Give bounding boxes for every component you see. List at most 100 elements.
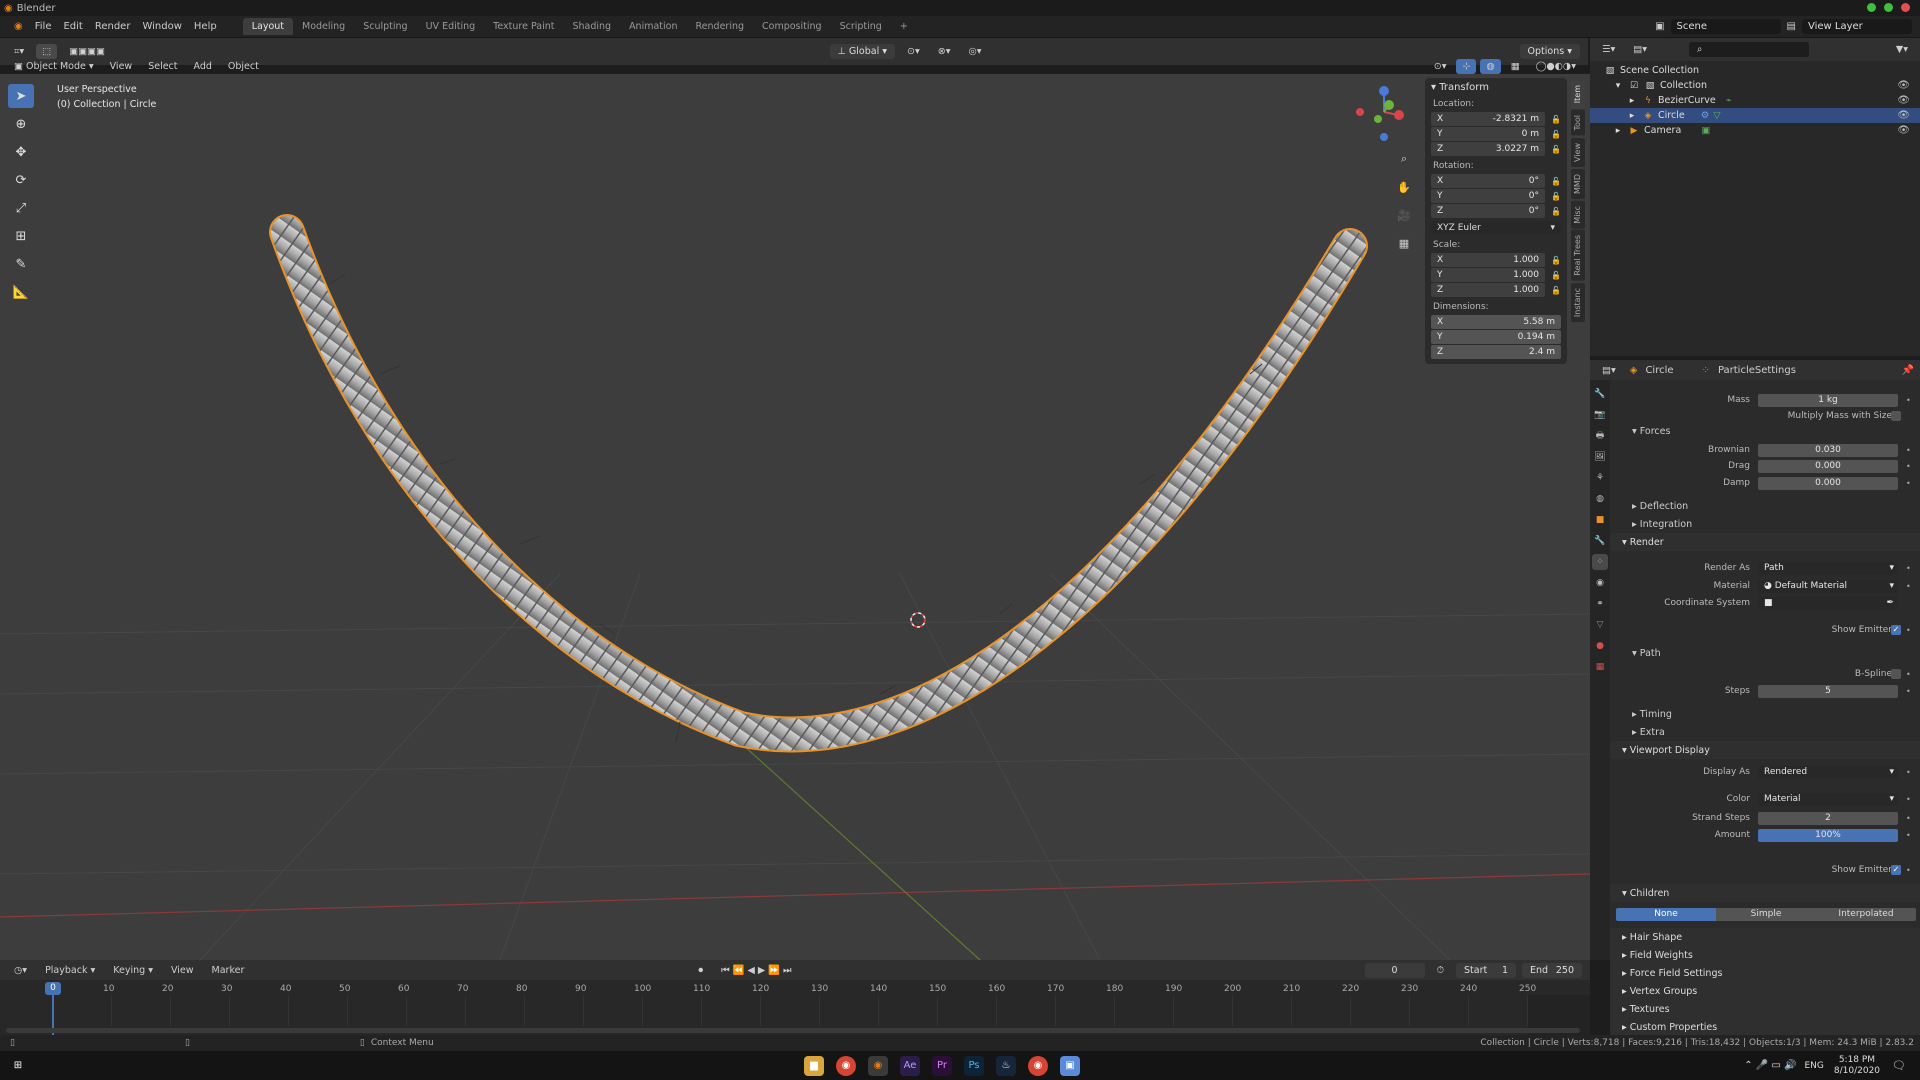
eyedropper-icon[interactable]: ✒ [1886,597,1894,610]
show-emitter-2-checkbox[interactable]: ✓ [1891,865,1901,875]
physics-properties-icon[interactable]: ◉ [1592,575,1608,591]
bspline-checkbox[interactable] [1891,669,1901,679]
visibility-eye-icon[interactable]: 👁 [1897,95,1910,106]
transform-orientation-dropdown[interactable]: ⊥ Global ▾ [829,44,896,59]
drag-field[interactable]: 0.000 [1758,459,1898,473]
expand-arrow-icon[interactable]: ▸ [1626,96,1638,106]
rotation-x-field[interactable]: X 0° [1431,174,1545,188]
lock-icon[interactable]: 🔓 [1545,115,1561,124]
minimize-button[interactable] [1867,3,1876,12]
end-frame-field[interactable]: End 250 [1522,962,1582,978]
system-tray-icons[interactable]: ⌃ 🎤 ▭ 🔊 [1744,1060,1796,1071]
brownian-field[interactable]: 0.030 [1758,443,1898,457]
viewport-display-section[interactable]: ▾ Viewport Display [1610,741,1920,759]
texture-properties-icon[interactable]: ▦ [1592,659,1608,675]
outliner-search-input[interactable]: ⌕ [1689,42,1810,57]
chrome-icon[interactable]: ◉ [836,1055,856,1076]
add-workspace-button[interactable]: + [891,18,917,35]
scene-properties-icon[interactable]: ⚘ [1592,470,1608,486]
render-section[interactable]: ▾ Render [1610,533,1920,551]
lock-icon[interactable]: 🔓 [1545,256,1561,265]
navigation-gizmo[interactable] [1342,82,1412,152]
dimensions-z-field[interactable]: Z 2.4 m [1431,345,1561,359]
render-as-dropdown[interactable]: Path ▾ [1758,561,1898,575]
outliner-row-camera[interactable]: ▸ ▶ Camera ▣ 👁 [1590,123,1920,138]
cursor-tool-icon[interactable]: ⊕ [8,112,34,136]
premiere-icon[interactable]: Pr [932,1055,952,1076]
menu-edit[interactable]: Edit [57,19,88,34]
sidebar-tab-view[interactable]: View [1571,137,1585,167]
playhead-marker[interactable]: 0 [45,982,61,995]
close-button[interactable] [1901,3,1910,12]
steps-field[interactable]: 5 [1758,684,1898,698]
scale-tool-icon[interactable]: ⤢ [8,196,34,220]
coordinate-system-field[interactable]: ■ ✒ [1758,596,1898,610]
mesh-data-properties-icon[interactable]: ▽ [1592,617,1608,633]
material-properties-icon[interactable]: ● [1592,638,1608,654]
properties-editor-icon[interactable]: ▤▾ [1596,363,1622,378]
outliner-row-collection[interactable]: ▾ ☑ ▧ Collection 👁 [1590,78,1920,93]
tab-modeling[interactable]: Modeling [293,18,354,35]
photoshop-icon[interactable]: Ps [964,1055,984,1076]
expand-arrow-icon[interactable]: ▸ [1612,126,1624,136]
rotation-z-field[interactable]: Z 0° [1431,204,1545,218]
amount-slider[interactable]: 100% [1758,828,1898,842]
location-x-field[interactable]: X -2.8321 m [1431,112,1545,126]
sidebar-tab-real-trees[interactable]: Real Trees [1571,230,1585,282]
blender-taskbar-icon[interactable]: ◉ [868,1055,888,1076]
lock-icon[interactable]: 🔓 [1545,286,1561,295]
hair-shape-section[interactable]: ▸ Hair Shape [1610,928,1920,946]
sidebar-tab-instanc[interactable]: Instanc [1571,283,1585,323]
tab-rendering[interactable]: Rendering [687,18,754,35]
editor-type-icon[interactable]: ⌗▾ [8,44,30,59]
expand-arrow-icon[interactable]: ▾ [1612,81,1624,91]
tab-layout[interactable]: Layout [242,18,293,35]
view-layer-selector[interactable]: View Layer [1802,19,1912,34]
blender-menu-icon[interactable]: ◉ [8,19,29,34]
timeline-menu-view[interactable]: View [165,963,200,978]
tab-texture-paint[interactable]: Texture Paint [484,18,563,35]
lock-icon[interactable]: 🔓 [1545,271,1561,280]
tab-scripting[interactable]: Scripting [831,18,891,35]
start-frame-field[interactable]: Start 1 [1456,962,1516,978]
checkbox-icon[interactable]: ☑ [1628,81,1640,91]
lock-icon[interactable]: 🔓 [1545,145,1561,154]
xray-icon[interactable]: ▦ [1505,59,1526,74]
multiply-mass-checkbox[interactable] [1891,411,1901,421]
field-weights-section[interactable]: ▸ Field Weights [1610,946,1920,964]
scene-collection-row[interactable]: ▧ Scene Collection [1590,63,1920,78]
viewport-menu-add[interactable]: Add [188,59,218,74]
lock-icon[interactable]: 🔓 [1545,177,1561,186]
custom-properties-section[interactable]: ▸ Custom Properties [1610,1018,1920,1035]
strand-steps-field[interactable]: 2 [1758,811,1898,825]
modifier-properties-icon[interactable]: 🔧 [1592,533,1608,549]
render-properties-icon[interactable]: 📷 [1592,407,1608,423]
world-properties-icon[interactable]: ◍ [1592,491,1608,507]
display-mode-icon[interactable]: ▤▾ [1627,42,1653,57]
children-simple-button[interactable]: Simple [1716,907,1816,921]
dimensions-x-field[interactable]: X 5.58 m [1431,315,1561,329]
preview-range-icon[interactable]: ⏱ [1431,963,1450,978]
mass-field[interactable]: 1 kg [1758,393,1898,407]
timeline[interactable]: 0 10 20 30 40 50 60 70 80 90 100 110 120 130 140 150 16… [0,980,1590,1035]
mode-dropdown[interactable]: ▣ Object Mode ▾ [8,59,100,74]
record-icon[interactable]: ⏺ [692,963,709,978]
outliner-editor-icon[interactable]: ☰▾ [1596,42,1621,57]
pin-icon[interactable]: 📌 [1902,365,1914,376]
visibility-eye-icon[interactable]: 👁 [1897,80,1910,91]
outliner-row-beziercurve[interactable]: ▸ ϟ BezierCurve ⌁ 👁 [1590,93,1920,108]
forces-section[interactable]: ▾ Forces [1610,422,1920,440]
timing-section[interactable]: ▸ Timing [1610,705,1920,723]
material-dropdown[interactable]: ◕ Default Material ▾ [1758,579,1898,593]
filter-icon[interactable]: ▼▾ [1890,42,1914,57]
scale-y-field[interactable]: Y 1.000 [1431,268,1545,282]
damp-field[interactable]: 0.000 [1758,476,1898,490]
view-layer-properties-icon[interactable]: 🖼 [1592,449,1608,465]
windows-start-icon[interactable]: ⊞ [8,1056,28,1076]
select-mode-icons[interactable]: ▣▣▣▣ [63,44,111,59]
vertex-groups-section[interactable]: ▸ Vertex Groups [1610,982,1920,1000]
maximize-button[interactable] [1884,3,1893,12]
move-tool-icon[interactable]: ✥ [8,140,34,164]
dimensions-y-field[interactable]: Y 0.194 m [1431,330,1561,344]
viewport-menu-object[interactable]: Object [222,59,265,74]
